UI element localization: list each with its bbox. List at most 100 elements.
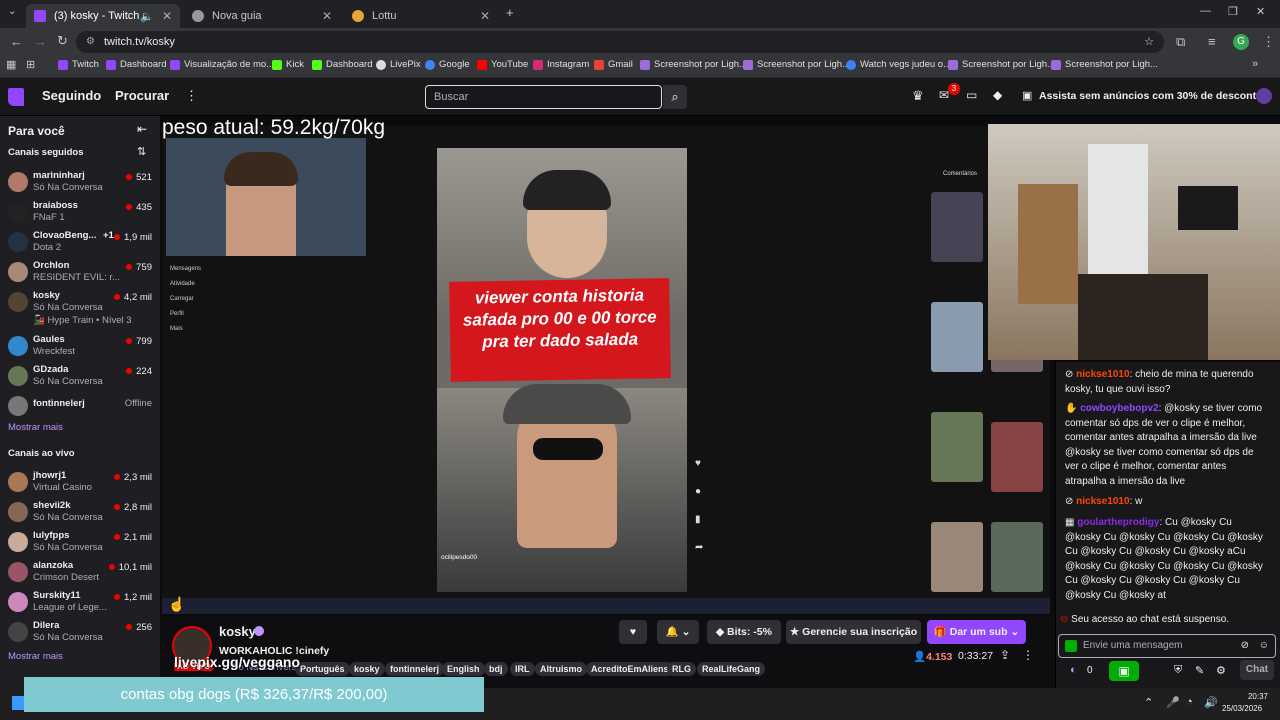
followed-channel[interactable]: marininharj Só Na Conversa 521: [0, 168, 160, 198]
live-channel[interactable]: alanzoka Crimson Desert 10,1 mil: [0, 558, 160, 588]
wifi-icon[interactable]: ◔: [1186, 696, 1193, 708]
media-icon[interactable]: ≡: [1208, 34, 1216, 49]
show-more-live[interactable]: Mostrar mais: [8, 651, 63, 662]
live-channel[interactable]: Dilera Só Na Conversa 256: [0, 618, 160, 648]
followed-channel[interactable]: Gaules Wreckfest 799: [0, 332, 160, 362]
chat-send-button[interactable]: Chat: [1240, 660, 1274, 680]
muted-bits-icon[interactable]: ⊘: [1241, 635, 1249, 657]
tag[interactable]: Altruismo: [535, 662, 588, 676]
show-more-followed[interactable]: Mostrar mais: [8, 422, 63, 433]
tag[interactable]: Português: [295, 662, 350, 676]
bookmark-item[interactable]: Kick: [272, 59, 304, 70]
whispers-icon[interactable]: ▭: [966, 88, 977, 102]
tag[interactable]: English: [442, 662, 485, 676]
tab-search-icon[interactable]: ⌄: [8, 6, 16, 17]
video-thumbnail[interactable]: [931, 192, 983, 262]
profile-avatar[interactable]: G: [1233, 34, 1249, 50]
notifications-bell-icon[interactable]: 🔔 ⌄: [657, 620, 699, 644]
turbo-promo[interactable]: Assista sem anúncios com 30% de desconto: [1039, 90, 1263, 102]
volume-icon[interactable]: 🔊: [1204, 696, 1218, 709]
ad-free-icon[interactable]: ▣: [1022, 89, 1032, 102]
nav-following[interactable]: Seguindo: [42, 88, 101, 103]
tab-twitch[interactable]: (3) kosky - Twitch 🔈 ✕: [26, 4, 180, 28]
crown-icon[interactable]: ♛: [912, 88, 924, 104]
comment-icon[interactable]: ●: [695, 478, 703, 506]
bookmark-star-icon[interactable]: ☆: [1144, 31, 1154, 53]
bonus-claim-icon[interactable]: ▣: [1109, 661, 1139, 681]
reload-icon[interactable]: ↻: [57, 33, 68, 49]
url-input[interactable]: ⚙ twitch.tv/kosky ☆: [76, 31, 1164, 53]
tag[interactable]: RealLifeGang: [697, 662, 766, 676]
new-tab-icon[interactable]: +: [506, 5, 514, 20]
close-tab-icon[interactable]: ✕: [162, 9, 172, 23]
bookmark-item[interactable]: Visualização de mo...: [170, 59, 274, 70]
more-bookmarks-icon[interactable]: »: [1252, 58, 1258, 70]
heart-icon[interactable]: ♥: [695, 450, 703, 478]
video-thumbnail[interactable]: [931, 412, 983, 482]
collapse-sidebar-icon[interactable]: ⇤: [137, 122, 147, 136]
video-thumbnail[interactable]: [931, 302, 983, 372]
twitch-logo-icon[interactable]: [8, 88, 24, 106]
user-avatar[interactable]: [1256, 88, 1272, 104]
more-options-icon[interactable]: ⋮: [1022, 648, 1034, 662]
close-tab-icon[interactable]: ✕: [480, 9, 490, 23]
bookmark-item[interactable]: Dashboard: [312, 59, 372, 70]
search-icon[interactable]: ⌕: [663, 85, 687, 109]
share-icon[interactable]: ⇪: [1000, 648, 1010, 662]
live-channel[interactable]: jhowrj1 Virtual Casino 2,3 mil: [0, 468, 160, 498]
channel-name[interactable]: kosky: [219, 624, 256, 639]
followed-channel[interactable]: ClovaoBeng... +1 Dota 2 1,9 mil: [0, 228, 160, 258]
share-icon[interactable]: ➦: [695, 534, 703, 562]
tab-new[interactable]: Nova guia ✕: [184, 4, 340, 28]
speaker-icon[interactable]: 🔈: [140, 10, 154, 23]
bits-button[interactable]: ◆ Bits: -5%: [707, 620, 781, 644]
followed-channel[interactable]: fontinnelerj Offline: [0, 392, 160, 422]
apps-icon[interactable]: ▦: [6, 58, 16, 71]
bookmark-item[interactable]: Twitch: [58, 59, 99, 70]
video-thumbnail[interactable]: [991, 522, 1043, 592]
more-dots-icon[interactable]: ⋮: [185, 88, 198, 104]
followed-channel[interactable]: braiaboss FNaF 1 435: [0, 198, 160, 228]
followed-channel[interactable]: Orchlon RESIDENT EVIL: r... 759: [0, 258, 160, 288]
follow-heart-icon[interactable]: ♥: [619, 620, 647, 644]
live-channel[interactable]: lulyfpps Só Na Conversa 2,1 mil: [0, 528, 160, 558]
restore-icon[interactable]: ❐: [1228, 5, 1238, 18]
video-thumbnail[interactable]: [991, 422, 1043, 492]
extensions-icon[interactable]: ⧉: [1176, 34, 1185, 50]
tag[interactable]: IRL: [510, 662, 535, 676]
bookmark-item[interactable]: LivePix: [376, 59, 421, 70]
bookmark-item[interactable]: Gmail: [594, 59, 633, 70]
bookmark-item[interactable]: Instagram: [533, 59, 589, 70]
close-tab-icon[interactable]: ✕: [322, 9, 332, 23]
tag[interactable]: RLG: [667, 662, 696, 676]
bookmark-item[interactable]: Screenshot por Ligh...: [948, 59, 1055, 70]
bookmark-icon[interactable]: ▮: [695, 506, 703, 534]
pen-icon[interactable]: ✎: [1195, 664, 1204, 677]
shield-icon[interactable]: ⛨: [1174, 664, 1182, 677]
menu-dots-icon[interactable]: ⋮: [1262, 34, 1275, 50]
nav-browse[interactable]: Procurar: [115, 88, 169, 103]
minimize-icon[interactable]: —: [1200, 5, 1211, 17]
bookmark-item[interactable]: Dashboard: [106, 59, 166, 70]
back-icon[interactable]: ←: [10, 34, 23, 49]
bookmark-item[interactable]: Screenshot por Ligh...: [640, 59, 747, 70]
tab-lottu[interactable]: Lottu ✕: [344, 4, 498, 28]
bookmark-item[interactable]: Screenshot por Ligh...: [1051, 59, 1158, 70]
settings-gear-icon[interactable]: ⚙: [1216, 664, 1226, 677]
search-input[interactable]: Buscar: [425, 85, 662, 109]
channel-points-icon[interactable]: ◐: [1070, 664, 1077, 676]
live-channel[interactable]: Surskity11 League of Lege... 1,2 mil: [0, 588, 160, 618]
live-channel[interactable]: shevii2k Só Na Conversa 2,8 mil: [0, 498, 160, 528]
site-info-icon[interactable]: ⚙: [86, 31, 95, 53]
bookmark-item[interactable]: Screenshot por Ligh...: [743, 59, 850, 70]
gift-sub-button[interactable]: 🎁 Dar um sub ⌄: [927, 620, 1026, 644]
forward-icon[interactable]: →: [34, 34, 47, 49]
microphone-icon[interactable]: 🎤: [1166, 696, 1180, 709]
close-window-icon[interactable]: ✕: [1256, 5, 1265, 18]
bookmark-item[interactable]: YouTube: [477, 59, 528, 70]
video-thumbnail[interactable]: [931, 522, 983, 592]
bookmark-item[interactable]: Google: [425, 59, 470, 70]
tag[interactable]: fontinnelerj: [385, 662, 444, 676]
bits-icon[interactable]: ◆: [993, 88, 1002, 102]
followed-channel[interactable]: GDzada Só Na Conversa 224: [0, 362, 160, 392]
